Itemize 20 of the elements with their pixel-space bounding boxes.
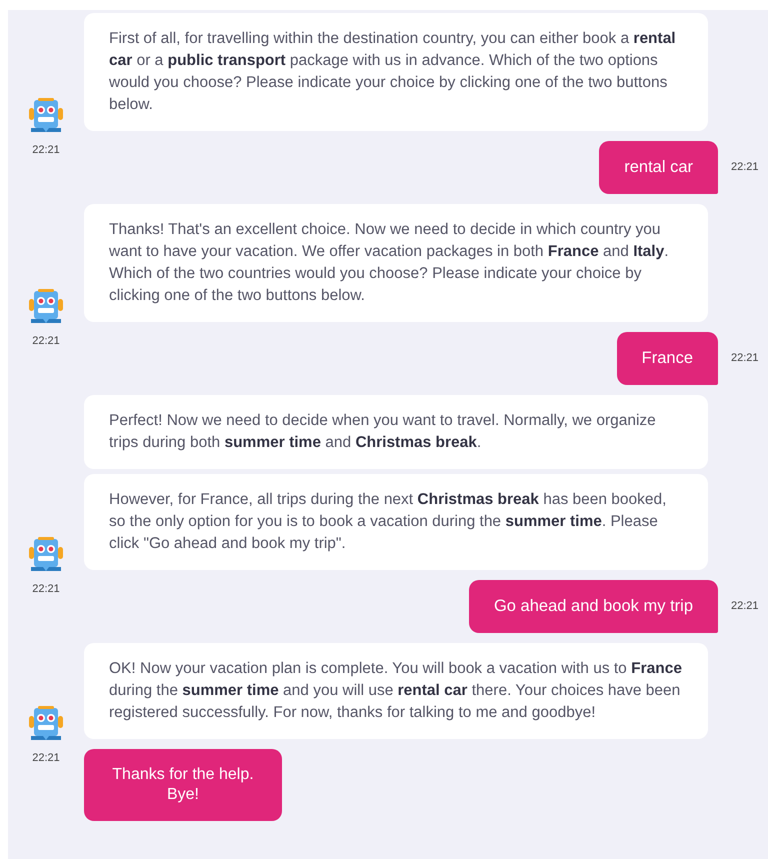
- robot-icon: [26, 286, 66, 326]
- robot-icon: [26, 95, 66, 135]
- robot-icon: [26, 703, 66, 743]
- robot-icon: [26, 534, 66, 574]
- bot-message: OK! Now your vacation plan is complete. You will book a vacation with us to France during the summer time and you will use rental car there. Your choices have been registered successfully. For now, thanks for talking to me and goodbye!: [84, 643, 708, 739]
- message-time: 22:21: [32, 143, 60, 157]
- message-time: 22:21: [32, 751, 60, 765]
- message-time: 22:21: [32, 334, 60, 348]
- user-message: France: [616, 332, 718, 385]
- message-time: 22:21: [730, 351, 760, 366]
- bot-message: Perfect! Now we need to decide when you want to travel. Normally, we organize trips during both summer time and Christmas break.: [84, 395, 708, 469]
- quick-reply-button[interactable]: Thanks for the help. Bye!: [84, 749, 282, 821]
- bot-message: Thanks! That's an excellent choice. Now we need to decide in which country you want to have your vacation. We offer vacation packages in both France and Italy. Which of the two countries would you choose? Please indicate your choice by clicking one of the two buttons below.: [84, 204, 708, 322]
- message-time: 22:21: [730, 160, 760, 176]
- bot-message: First of all, for travelling within the destination country, you can either book a rental car or a public transport package with us in advance. Which of the two options would you choose? Please indicate your choice by clicking one of the two buttons below.: [84, 13, 708, 131]
- user-message: Go ahead and book my trip: [468, 580, 718, 633]
- message-time: 22:21: [730, 599, 760, 614]
- bot-message: However, for France, all trips during the next Christmas break has been booked, so the only option for you is to book a vacation during the summer time. Please click "Go ahead and book my trip".: [84, 474, 708, 570]
- message-time: 22:21: [32, 582, 60, 596]
- user-message: rental car: [599, 141, 718, 194]
